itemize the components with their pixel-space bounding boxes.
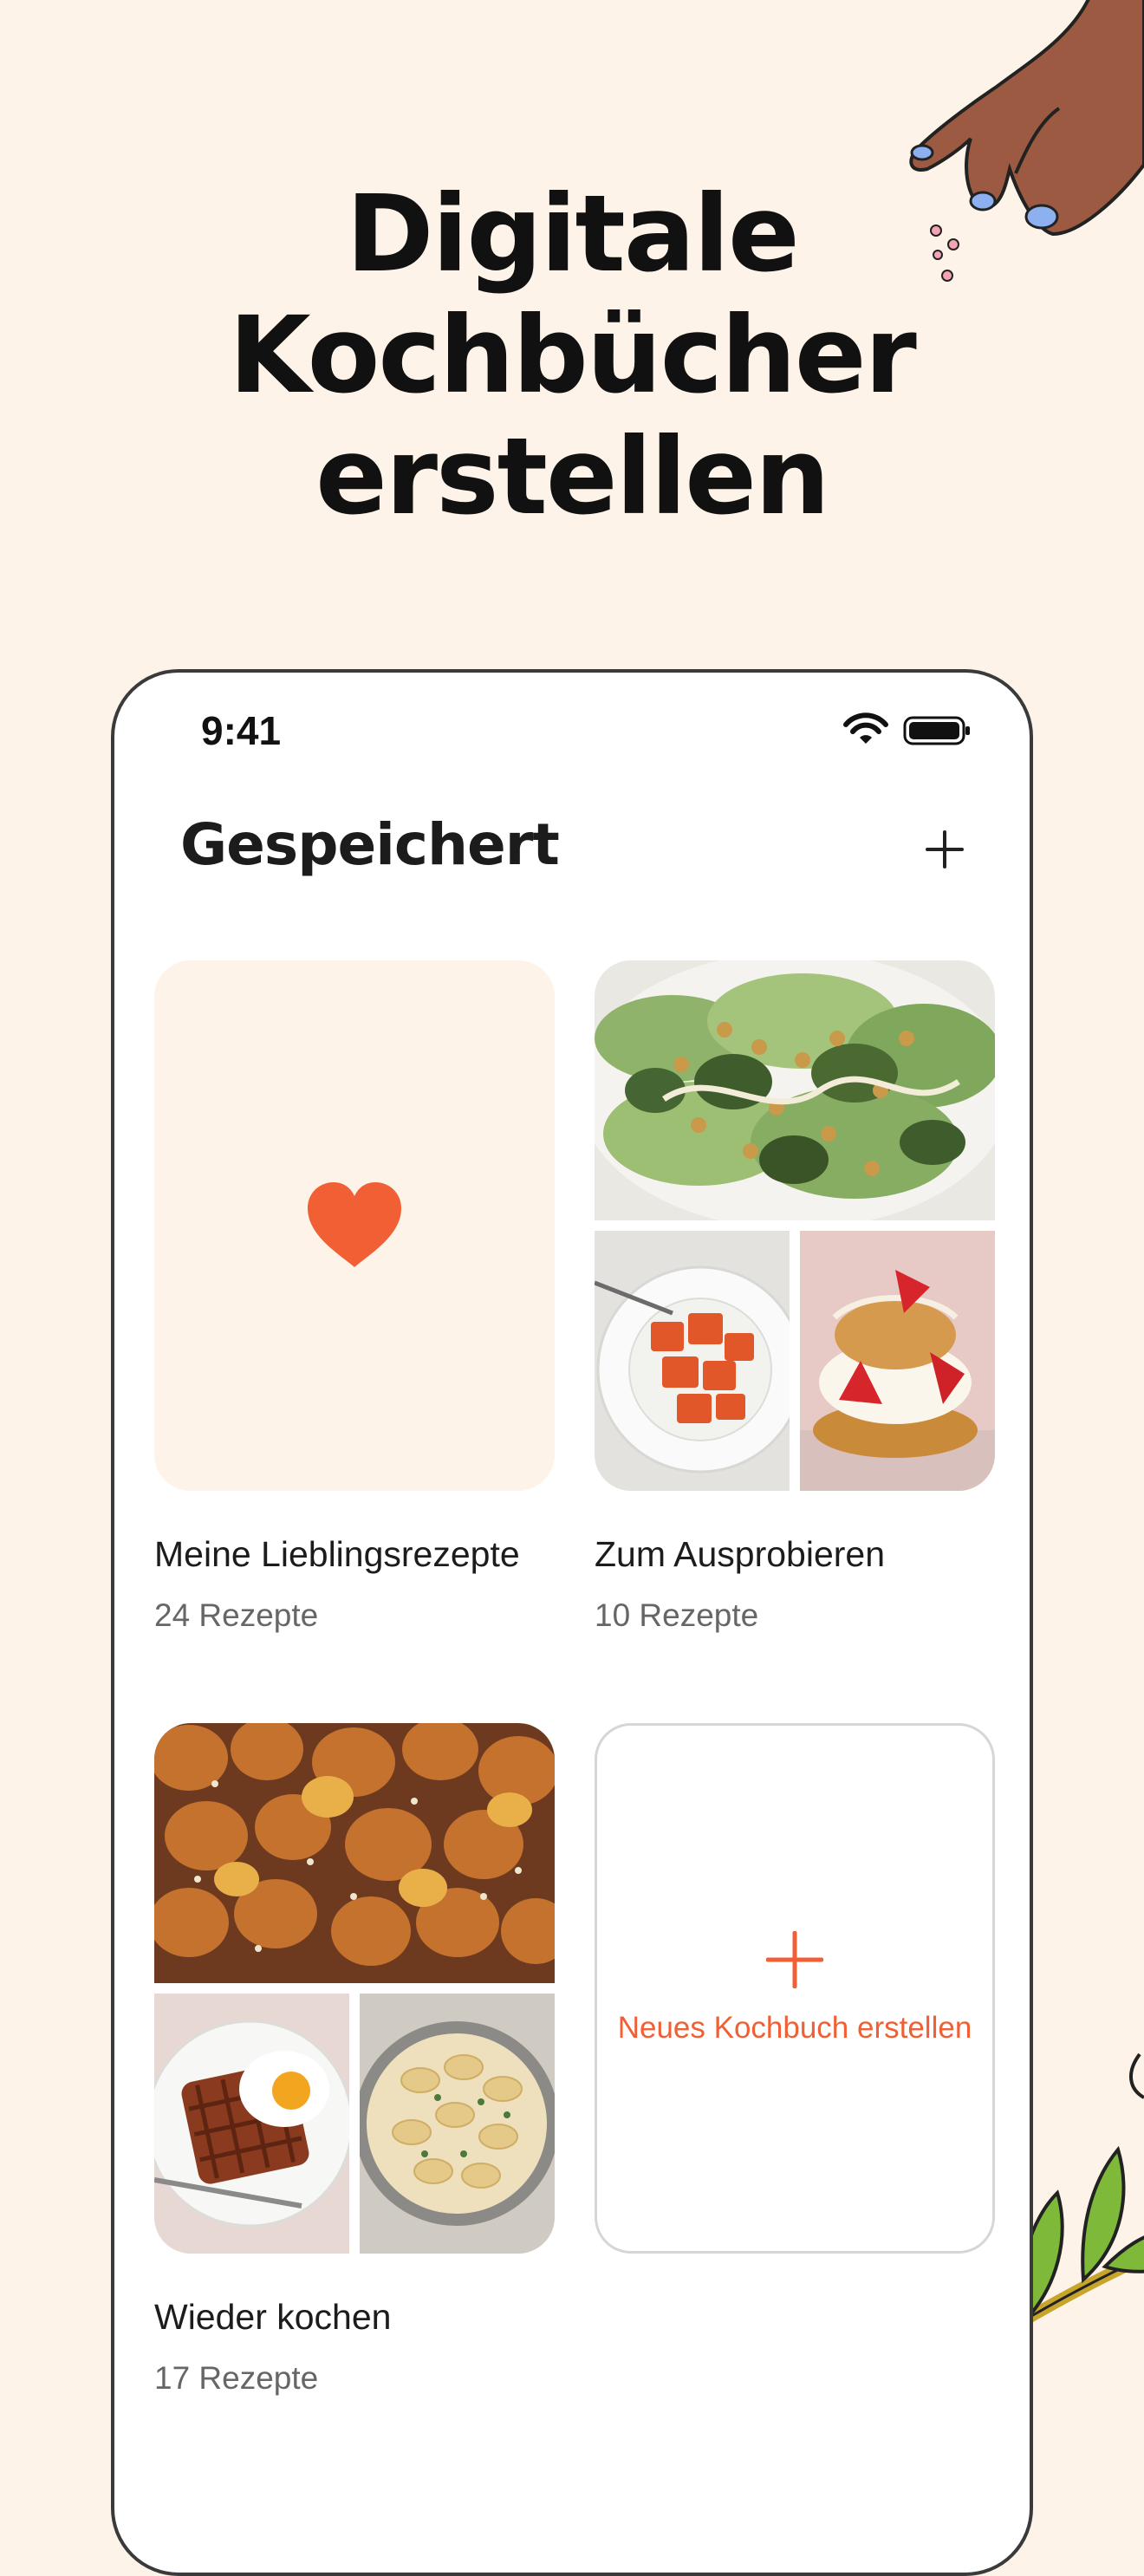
heart-icon <box>308 1182 401 1267</box>
headline-line-1: Digitale <box>346 172 799 296</box>
phone-mockup: 9:41 Gespeichert Meine Lieblingsrezepte … <box>111 669 1033 2576</box>
cookbook-card-cook-again[interactable]: Wieder kochen 17 Rezepte <box>154 1723 555 2397</box>
cookbook-recipe-count: 17 Rezepte <box>154 2360 319 2396</box>
wifi-icon <box>843 712 888 744</box>
waffle-egg-photo <box>154 1994 349 2254</box>
cookbook-card-favorites[interactable]: Meine Lieblingsrezepte 24 Rezepte <box>154 960 555 1634</box>
new-cookbook-label: Neues Kochbuch erstellen <box>617 2011 972 2045</box>
cookbook-cover-collage <box>154 1723 555 2254</box>
headline-line-3: erstellen <box>315 415 830 538</box>
add-cookbook-button[interactable] <box>913 818 976 881</box>
new-cookbook-button[interactable]: Neues Kochbuch erstellen <box>595 1723 995 2254</box>
cookbook-cover-collage <box>595 960 995 1491</box>
cookbook-name: Meine Lieblingsrezepte <box>154 1534 520 1574</box>
pasta-pan-photo <box>360 1994 555 2254</box>
salad-photo <box>595 960 995 1220</box>
status-time: 9:41 <box>201 708 282 753</box>
cookbook-name: Wieder kochen <box>154 2297 392 2337</box>
headline: Digitale Kochbücher erstellen <box>0 173 1144 537</box>
roasted-potatoes-photo <box>154 1723 555 1983</box>
cookbook-name: Zum Ausprobieren <box>595 1534 886 1574</box>
cookbook-recipe-count: 10 Rezepte <box>595 1597 759 1633</box>
status-icons <box>843 712 970 745</box>
cookbook-recipe-count: 24 Rezepte <box>154 1597 319 1633</box>
strawberry-shortcake-photo <box>800 1231 995 1491</box>
headline-line-2: Kochbücher <box>229 294 917 417</box>
new-cookbook-card[interactable]: Neues Kochbuch erstellen <box>595 1723 995 2254</box>
plus-icon <box>766 1931 823 1988</box>
battery-icon <box>903 716 970 745</box>
cookbook-card-try[interactable]: Zum Ausprobieren 10 Rezepte <box>595 960 995 1634</box>
cookbook-cover <box>154 960 555 1491</box>
plus-icon <box>926 830 964 868</box>
page-title: Gespeichert <box>180 811 560 878</box>
tofu-bowl-photo <box>595 1231 790 1491</box>
